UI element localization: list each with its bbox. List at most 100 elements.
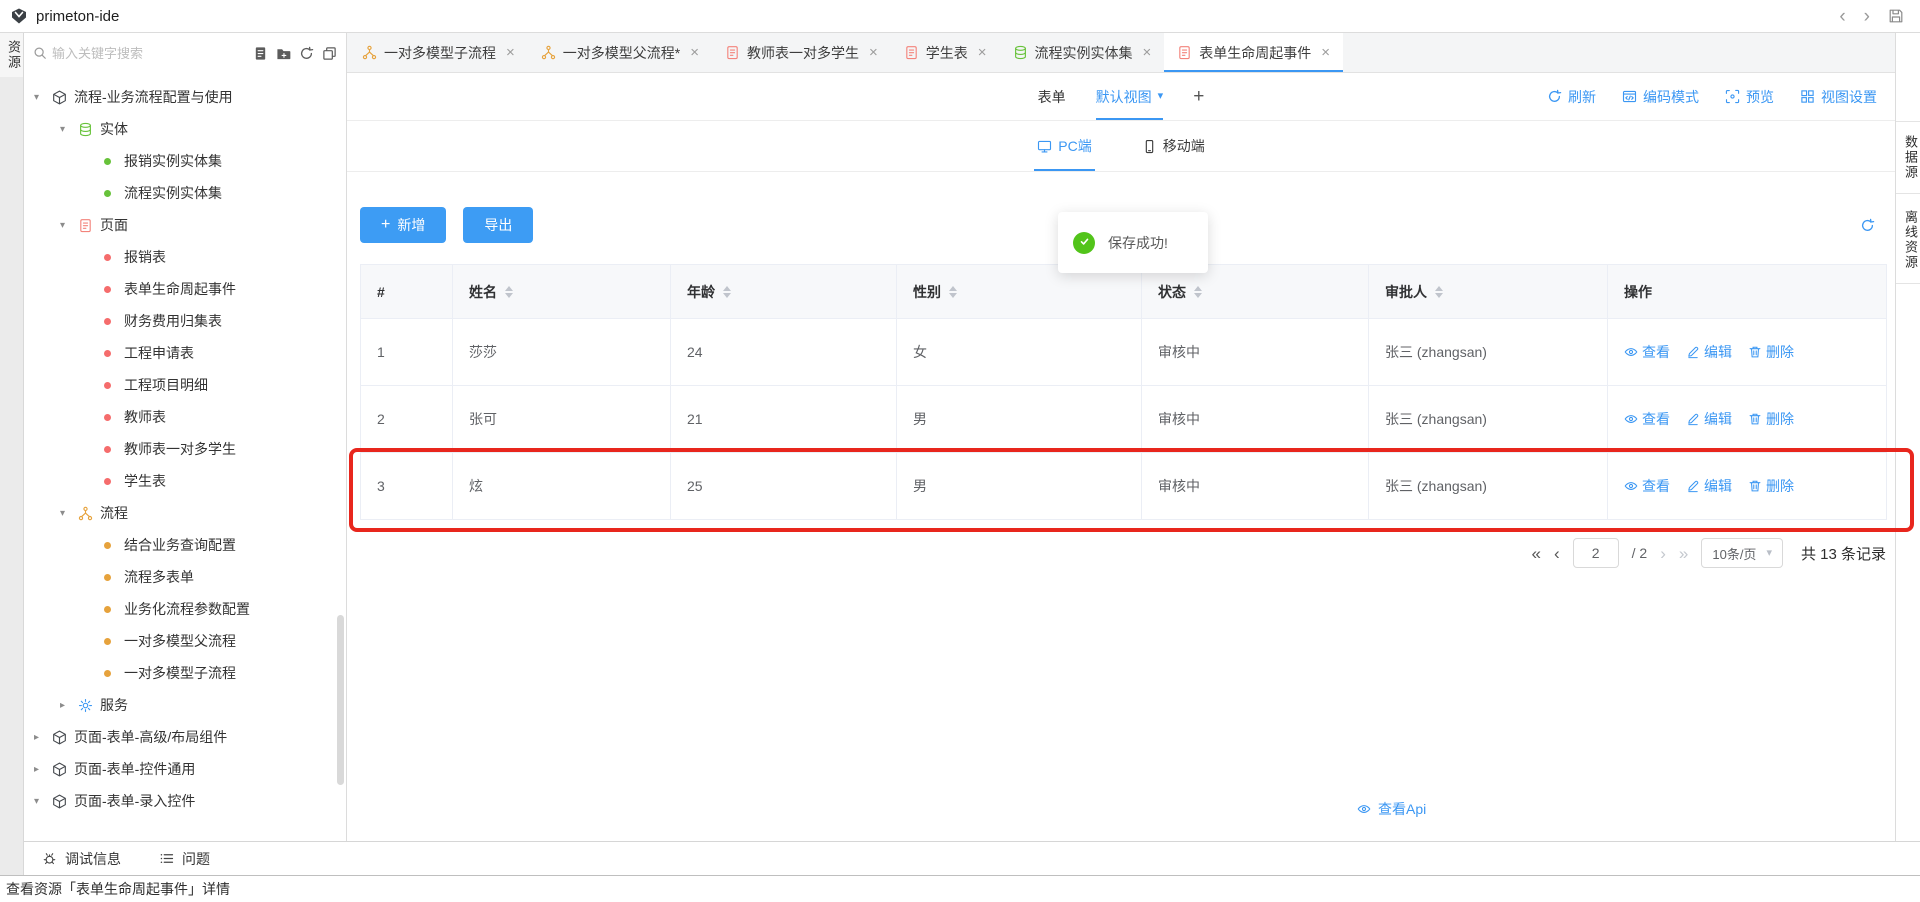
page-size-select[interactable]: 10条/页 ▾: [1701, 538, 1783, 568]
tab-4[interactable]: 学生表×: [891, 33, 1000, 72]
first-page-button[interactable]: «: [1532, 545, 1541, 562]
view-link[interactable]: 查看: [1624, 476, 1670, 496]
sidebar-scrollbar[interactable]: [337, 615, 344, 785]
refresh-icon[interactable]: [299, 46, 314, 61]
sort-icon[interactable]: [1435, 286, 1443, 298]
edit-link[interactable]: 编辑: [1686, 342, 1732, 362]
tree-collapse-icon[interactable]: ▾: [34, 796, 52, 807]
tree-item-20[interactable]: ▸ 服务: [24, 689, 346, 721]
tab-6[interactable]: 表单生命周起事件×: [1164, 33, 1343, 72]
delete-link[interactable]: 删除: [1748, 476, 1794, 496]
tree-item-22[interactable]: ▸页面-表单-控件通用: [24, 753, 346, 785]
search-box[interactable]: [33, 46, 245, 61]
tree-item-4[interactable]: 流程实例实体集: [24, 177, 346, 209]
tree-expand-icon[interactable]: ▸: [34, 732, 52, 743]
tree-item-11[interactable]: 教师表: [24, 401, 346, 433]
column-header-2[interactable]: 姓名: [453, 265, 671, 319]
delete-link[interactable]: 删除: [1748, 409, 1794, 429]
tree-item-17[interactable]: 业务化流程参数配置: [24, 593, 346, 625]
tree-item-12[interactable]: 教师表一对多学生: [24, 433, 346, 465]
debug-info-tab[interactable]: 调试信息: [42, 849, 121, 869]
device-tab-mobile[interactable]: 移动端: [1139, 121, 1208, 171]
tree-collapse-icon[interactable]: ▾: [34, 92, 52, 103]
rail-tab-data-source[interactable]: 数据源: [1896, 122, 1920, 194]
new-folder-icon[interactable]: [276, 46, 291, 61]
tree-item-21[interactable]: ▸页面-表单-高级/布局组件: [24, 721, 346, 753]
rail-tab-resources[interactable]: 资源: [0, 33, 23, 77]
view-settings-button[interactable]: 视图设置: [1800, 87, 1877, 107]
tree-item-23[interactable]: ▾页面-表单-录入控件: [24, 785, 346, 817]
tree-item-18[interactable]: 一对多模型父流程: [24, 625, 346, 657]
last-page-button[interactable]: »: [1679, 545, 1688, 562]
tab-1[interactable]: 一对多模型子流程×: [349, 33, 528, 72]
form-label[interactable]: 表单: [1038, 87, 1066, 107]
code-mode-label: 编码模式: [1643, 87, 1699, 107]
sort-icon[interactable]: [723, 286, 731, 298]
tab-close-icon[interactable]: ×: [978, 44, 987, 61]
tree-expand-icon[interactable]: ▸: [60, 700, 78, 711]
locate-file-icon[interactable]: [253, 46, 268, 61]
tree-item-1[interactable]: ▾流程-业务流程配置与使用: [24, 81, 346, 113]
tree-collapse-icon[interactable]: ▾: [60, 124, 78, 135]
tab-close-icon[interactable]: ×: [690, 44, 699, 61]
tab-5[interactable]: 流程实例实体集×: [1000, 33, 1165, 72]
delete-link[interactable]: 删除: [1748, 342, 1794, 362]
tree-item-10[interactable]: 工程项目明细: [24, 369, 346, 401]
code-mode-button[interactable]: 编码模式: [1622, 87, 1699, 107]
tree-item-6[interactable]: 报销表: [24, 241, 346, 273]
sort-icon[interactable]: [505, 286, 513, 298]
preview-button[interactable]: 预览: [1725, 87, 1774, 107]
tree-item-8[interactable]: 财务费用归集表: [24, 305, 346, 337]
device-tab-pc[interactable]: PC端: [1034, 121, 1094, 171]
refresh-button[interactable]: 刷新: [1547, 87, 1596, 107]
tree-item-19[interactable]: 一对多模型子流程: [24, 657, 346, 689]
tab-close-icon[interactable]: ×: [869, 44, 878, 61]
collapse-all-icon[interactable]: [322, 46, 337, 61]
tab-3[interactable]: 教师表一对多学生×: [712, 33, 891, 72]
view-link[interactable]: 查看: [1624, 409, 1670, 429]
column-header-3[interactable]: 年龄: [671, 265, 897, 319]
tab-close-icon[interactable]: ×: [1143, 44, 1152, 61]
table-refresh-icon[interactable]: [1860, 218, 1875, 233]
tab-close-icon[interactable]: ×: [1321, 44, 1330, 61]
search-input[interactable]: [52, 46, 245, 61]
tree-item-14[interactable]: ▾流程: [24, 497, 346, 529]
add-button[interactable]: + 新增: [360, 207, 446, 243]
page-number-input[interactable]: 2: [1573, 538, 1619, 568]
table-row-1[interactable]: 1莎莎24女审核中张三 (zhangsan)查看编辑删除: [361, 319, 1887, 386]
tree-collapse-icon[interactable]: ▾: [60, 508, 78, 519]
tree-expand-icon[interactable]: ▸: [34, 764, 52, 775]
edit-link[interactable]: 编辑: [1686, 476, 1732, 496]
view-tab-default[interactable]: 默认视图 ▾: [1096, 73, 1164, 120]
tree-item-7[interactable]: 表单生命周起事件: [24, 273, 346, 305]
nav-back-icon[interactable]: ‹: [1839, 7, 1845, 26]
tree-item-15[interactable]: 结合业务查询配置: [24, 529, 346, 561]
tree-item-5[interactable]: ▾页面: [24, 209, 346, 241]
table-row-3[interactable]: 3炫25男审核中张三 (zhangsan)查看编辑删除: [361, 453, 1887, 520]
tree-item-3[interactable]: 报销实例实体集: [24, 145, 346, 177]
column-header-6[interactable]: 审批人: [1369, 265, 1608, 319]
tree-item-label: 服务: [100, 695, 128, 715]
next-page-button[interactable]: ›: [1660, 545, 1666, 562]
tree-item-16[interactable]: 流程多表单: [24, 561, 346, 593]
rail-tab-offline-resource[interactable]: 离线资源: [1896, 197, 1920, 284]
sort-icon[interactable]: [949, 286, 957, 298]
tree-item-13[interactable]: 学生表: [24, 465, 346, 497]
add-view-button[interactable]: +: [1193, 86, 1204, 108]
export-button[interactable]: 导出: [463, 207, 533, 243]
tree-item-2[interactable]: ▾实体: [24, 113, 346, 145]
problems-tab[interactable]: 问题: [159, 849, 210, 869]
edit-link[interactable]: 编辑: [1686, 409, 1732, 429]
sort-icon[interactable]: [1194, 286, 1202, 298]
save-icon[interactable]: [1888, 8, 1904, 24]
view-api-link[interactable]: 查看Api: [1357, 799, 1426, 819]
tree-collapse-icon[interactable]: ▾: [60, 220, 78, 231]
table-row-2[interactable]: 2张可21男审核中张三 (zhangsan)查看编辑删除: [361, 386, 1887, 453]
view-link[interactable]: 查看: [1624, 342, 1670, 362]
pencil-icon: [1686, 412, 1700, 426]
tab-2[interactable]: 一对多模型父流程*×: [528, 33, 712, 72]
prev-page-button[interactable]: ‹: [1554, 545, 1560, 562]
tree-item-9[interactable]: 工程申请表: [24, 337, 346, 369]
tab-close-icon[interactable]: ×: [506, 44, 515, 61]
nav-forward-icon[interactable]: ›: [1864, 7, 1870, 26]
